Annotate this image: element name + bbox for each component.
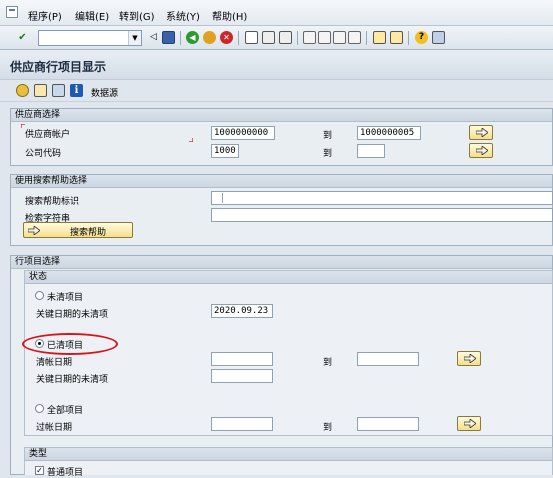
search-help-title: 使用搜索帮助选择 — [11, 175, 552, 188]
company-code-from-input[interactable]: 1000 — [211, 144, 239, 158]
clearing-date-to-input[interactable] — [357, 352, 419, 366]
app-menu-icon[interactable] — [6, 6, 18, 18]
multiple-selection-arrow-icon — [464, 419, 476, 428]
cleared-items-label: 已清项目 — [47, 341, 84, 351]
vendor-account-to-input[interactable]: 1000000005 — [357, 126, 421, 140]
application-toolbar: i 数据源 — [0, 80, 553, 102]
required-corner-icon-2 — [189, 138, 193, 142]
shortcut-icon[interactable] — [390, 31, 403, 44]
save-icon[interactable] — [162, 31, 175, 44]
find-next-icon[interactable] — [279, 31, 292, 44]
vendor-account-to-label: 到 — [323, 131, 333, 141]
vendor-multiple-selection-button[interactable] — [469, 125, 493, 140]
cleared-key-date-input[interactable] — [211, 369, 273, 383]
search-help-button[interactable]: 搜索帮助 — [23, 222, 133, 238]
clearing-date-to-label: 到 — [323, 358, 333, 368]
posting-date-label: 过帐日期 — [36, 423, 73, 433]
type-title: 类型 — [25, 448, 552, 461]
multiple-selection-arrow-icon — [476, 128, 488, 137]
open-key-date-input[interactable]: 2020.09.23 — [211, 304, 273, 318]
help-icon[interactable]: ? — [415, 31, 428, 44]
standard-toolbar: ✔ ▼ ◁ ◀ ✕ ? — [0, 26, 553, 50]
enter-checkmark-icon[interactable]: ✔ — [16, 31, 29, 44]
back-icon[interactable]: ◀ — [186, 31, 199, 44]
page-title: 供应商行项目显示 — [10, 60, 107, 74]
vendor-selection-title: 供应商选择 — [11, 109, 552, 122]
open-key-date-label: 关键日期的未清项 — [36, 310, 109, 320]
clearing-date-label: 清帐日期 — [36, 358, 73, 368]
company-code-to-label: 到 — [323, 149, 333, 159]
line-item-selection-title: 行项目选择 — [11, 256, 552, 269]
command-field[interactable]: ▼ — [38, 30, 142, 46]
search-help-id-label: 搜索帮助标识 — [25, 197, 80, 207]
type-subgroup: 类型 — [24, 447, 553, 475]
company-code-to-input[interactable] — [357, 144, 385, 158]
company-code-label: 公司代码 — [25, 149, 62, 159]
new-session-icon[interactable] — [373, 31, 386, 44]
open-items-label: 未清项目 — [47, 293, 84, 303]
find-icon[interactable] — [262, 31, 275, 44]
posting-date-multiple-selection-button[interactable] — [457, 416, 481, 431]
previous-page-icon[interactable] — [318, 31, 331, 44]
collapse-left-icon[interactable]: ◁ — [147, 31, 160, 44]
search-help-arrow-icon — [28, 226, 40, 235]
first-page-icon[interactable] — [303, 31, 316, 44]
clearing-date-multiple-selection-button[interactable] — [457, 351, 481, 366]
last-page-icon[interactable] — [348, 31, 361, 44]
menu-bar: 程序(P) 编辑(E) 转到(G) 系统(Y) 帮助(H) — [0, 0, 553, 26]
vendor-account-from-input[interactable]: 1000000000 — [211, 126, 275, 140]
vendor-account-label: 供应商帐户 — [25, 130, 71, 140]
field-divider — [222, 193, 223, 203]
search-string-input[interactable] — [211, 208, 553, 222]
get-variant-icon[interactable] — [34, 84, 47, 97]
menu-goto[interactable]: 转到(G) — [119, 8, 155, 23]
selection-options-icon[interactable] — [52, 84, 65, 97]
menu-system[interactable]: 系统(Y) — [166, 8, 200, 23]
next-page-icon[interactable] — [333, 31, 346, 44]
customize-layout-icon[interactable] — [432, 31, 445, 44]
menu-help[interactable]: 帮助(H) — [212, 8, 247, 23]
cleared-key-date-label: 关键日期的未清项 — [36, 375, 109, 385]
multiple-selection-arrow-icon — [476, 146, 488, 155]
menu-program[interactable]: 程序(P) — [28, 8, 62, 23]
search-help-button-label: 搜索帮助 — [70, 228, 107, 238]
normal-items-checkbox[interactable]: ✓ — [35, 466, 44, 475]
posting-date-to-label: 到 — [323, 423, 333, 433]
search-help-id-input[interactable] — [211, 191, 553, 205]
execute-icon[interactable] — [16, 84, 29, 97]
title-bar: 供应商行项目显示 — [0, 50, 553, 80]
info-icon[interactable]: i — [70, 84, 83, 97]
exit-icon[interactable] — [203, 31, 216, 44]
company-code-multiple-selection-button[interactable] — [469, 143, 493, 158]
status-title: 状态 — [25, 271, 552, 284]
clearing-date-from-input[interactable] — [211, 352, 273, 366]
command-dropdown-icon[interactable]: ▼ — [128, 31, 141, 45]
all-items-radio[interactable] — [35, 404, 44, 413]
open-items-radio[interactable] — [35, 291, 44, 300]
cancel-icon[interactable]: ✕ — [220, 31, 233, 44]
normal-items-label: 普通项目 — [47, 468, 84, 478]
data-source-button[interactable]: 数据源 — [91, 86, 118, 99]
posting-date-from-input[interactable] — [211, 417, 273, 431]
menu-edit[interactable]: 编辑(E) — [75, 8, 109, 23]
all-items-label: 全部项目 — [47, 406, 84, 416]
multiple-selection-arrow-icon — [464, 354, 476, 363]
print-icon[interactable] — [245, 31, 258, 44]
posting-date-to-input[interactable] — [357, 417, 419, 431]
cleared-items-radio[interactable] — [35, 339, 44, 348]
